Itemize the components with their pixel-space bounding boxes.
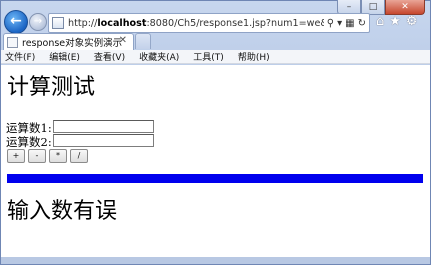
address-bar[interactable]: http://localhost:8080/Ch5/response1.jsp?… — [48, 13, 370, 33]
operand2-label: 运算数2: — [6, 135, 52, 149]
tab-close-icon[interactable]: ✕ — [119, 35, 127, 46]
home-icon[interactable]: ⌂ — [376, 14, 384, 29]
refresh-icon[interactable]: ↻ — [358, 18, 366, 29]
address-url[interactable]: http://localhost:8080/Ch5/response1.jsp?… — [68, 18, 324, 29]
page-icon — [52, 17, 64, 29]
close-window-button[interactable]: ✕ — [385, 0, 425, 15]
menu-help[interactable]: 帮助(H) — [238, 50, 270, 63]
error-message: 输入数有误 — [7, 199, 118, 224]
toolbar-icons: ⌂ ★ ⚙ — [376, 14, 418, 29]
tab-title: response对象实例演示 — [22, 38, 123, 49]
page-content: 计算测试 运算数1: 运算数2: + - * / 输入数有误 — [1, 65, 430, 257]
menu-file[interactable]: 文件(F) — [5, 50, 35, 63]
search-icon[interactable]: ⚲ — [327, 18, 334, 29]
add-button[interactable]: + — [7, 149, 25, 163]
tab-active[interactable]: response对象实例演示 ✕ — [3, 33, 134, 50]
multiply-button[interactable]: * — [49, 149, 67, 163]
dropdown-icon[interactable]: ▾ — [337, 18, 342, 29]
address-buttons: ⚲ ▾ ▦ ↻ — [324, 18, 369, 29]
new-tab-button[interactable] — [135, 33, 151, 49]
page-title: 计算测试 — [7, 75, 96, 100]
operand1-input[interactable] — [53, 120, 154, 133]
gear-icon[interactable]: ⚙ — [406, 14, 418, 29]
back-button[interactable]: ← — [4, 10, 28, 34]
compat-view-icon[interactable]: ▦ — [345, 18, 354, 29]
menu-tools[interactable]: 工具(T) — [193, 50, 224, 63]
menu-favorites[interactable]: 收藏夹(A) — [139, 50, 179, 63]
window-bottom-border — [1, 257, 430, 264]
tab-page-icon — [7, 36, 18, 48]
menu-view[interactable]: 查看(V) — [94, 50, 125, 63]
horizontal-rule — [7, 174, 423, 183]
menu-edit[interactable]: 编辑(E) — [49, 50, 80, 63]
favorites-star-icon[interactable]: ★ — [389, 14, 401, 29]
operand2-input[interactable] — [53, 134, 154, 147]
menu-bar: 文件(F) 编辑(E) 查看(V) 收藏夹(A) 工具(T) 帮助(H) — [1, 50, 430, 64]
divide-button[interactable]: / — [70, 149, 88, 163]
forward-button[interactable]: → — [29, 13, 47, 31]
subtract-button[interactable]: - — [28, 149, 46, 163]
